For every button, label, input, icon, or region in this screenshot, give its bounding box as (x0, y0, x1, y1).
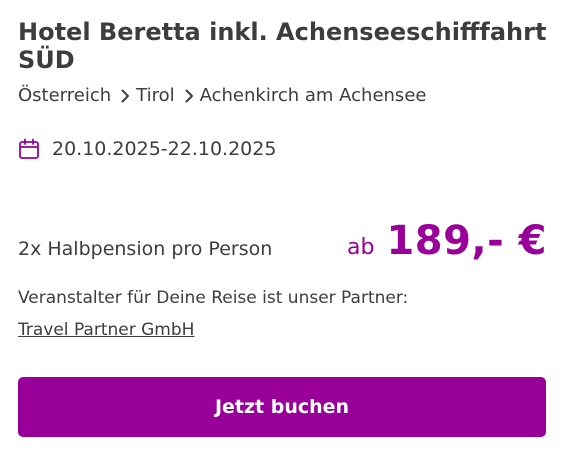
breadcrumb-item-town[interactable]: Achenkirch am Achensee (200, 84, 427, 108)
breadcrumb-item-country[interactable]: Österreich (18, 84, 111, 108)
breadcrumb: Österreich Tirol Achenkirch am Achensee (18, 84, 426, 108)
operator-text: Veranstalter für Deine Reise ist unser P… (18, 288, 409, 308)
price-amount: 189,- € (386, 218, 547, 264)
hotel-title: Hotel Beretta inkl. Achenseeschifffahrt … (18, 18, 547, 74)
travel-dates-text: 20.10.2025-22.10.2025 (52, 138, 277, 160)
price: ab 189,- € (347, 218, 547, 264)
board-type: 2x Halbpension pro Person (18, 238, 273, 260)
breadcrumb-item-region[interactable]: Tirol (136, 84, 174, 108)
book-now-button[interactable]: Jetzt buchen (18, 377, 546, 437)
operator-link[interactable]: Travel Partner GmbH (18, 318, 194, 342)
travel-dates: 20.10.2025-22.10.2025 (18, 137, 276, 161)
calendar-icon (18, 138, 40, 160)
chevron-right-icon (185, 89, 194, 103)
price-prefix: ab (346, 235, 375, 260)
chevron-right-icon (121, 89, 130, 103)
